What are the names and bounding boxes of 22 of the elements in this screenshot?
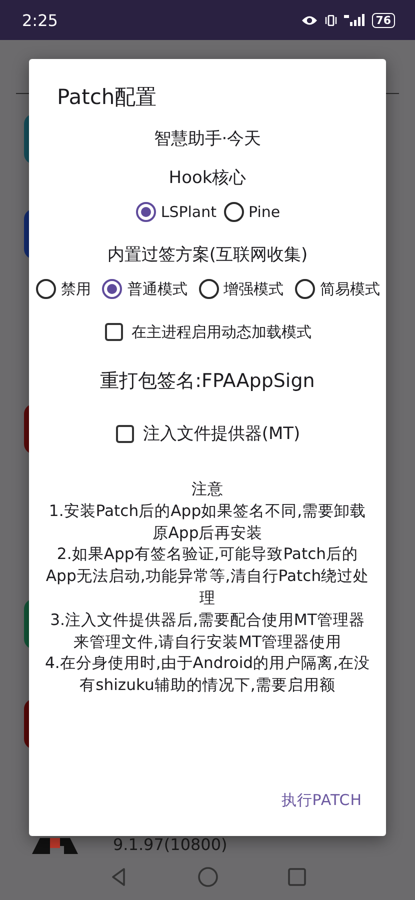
- hook-core-label: Hook核心: [168, 167, 246, 189]
- app-name: 智慧助手·今天: [154, 128, 262, 150]
- radio-option[interactable]: Pine: [222, 201, 280, 223]
- signature-scheme-label: 内置过签方案(互联网收集): [107, 244, 308, 266]
- repack-signature-text: 重打包签名:FPAAppSign: [100, 369, 315, 394]
- home-icon[interactable]: [196, 866, 218, 888]
- recents-icon[interactable]: [286, 867, 306, 887]
- execute-patch-button[interactable]: 执行PATCH: [281, 785, 362, 816]
- checkbox-option[interactable]: 在主进程启用动态加载模式: [104, 322, 312, 342]
- version-text: 9.1.97(10800): [113, 835, 228, 854]
- battery-level: 76: [372, 12, 395, 28]
- radio-option[interactable]: 增强模式: [198, 278, 284, 300]
- clock-time: 2:25: [22, 10, 59, 30]
- dialog-title: Patch配置: [57, 84, 157, 111]
- checkbox-option[interactable]: 注入文件提供器(MT): [114, 422, 300, 445]
- radio-option[interactable]: LSPlant: [134, 201, 217, 223]
- radio-option[interactable]: 简易模式: [294, 278, 380, 300]
- radio-option[interactable]: 禁用: [35, 278, 91, 300]
- signal-icon: [344, 14, 366, 26]
- vibrate-icon: [324, 14, 338, 26]
- eye-icon: [300, 14, 318, 26]
- radio-option[interactable]: 普通模式: [101, 278, 188, 300]
